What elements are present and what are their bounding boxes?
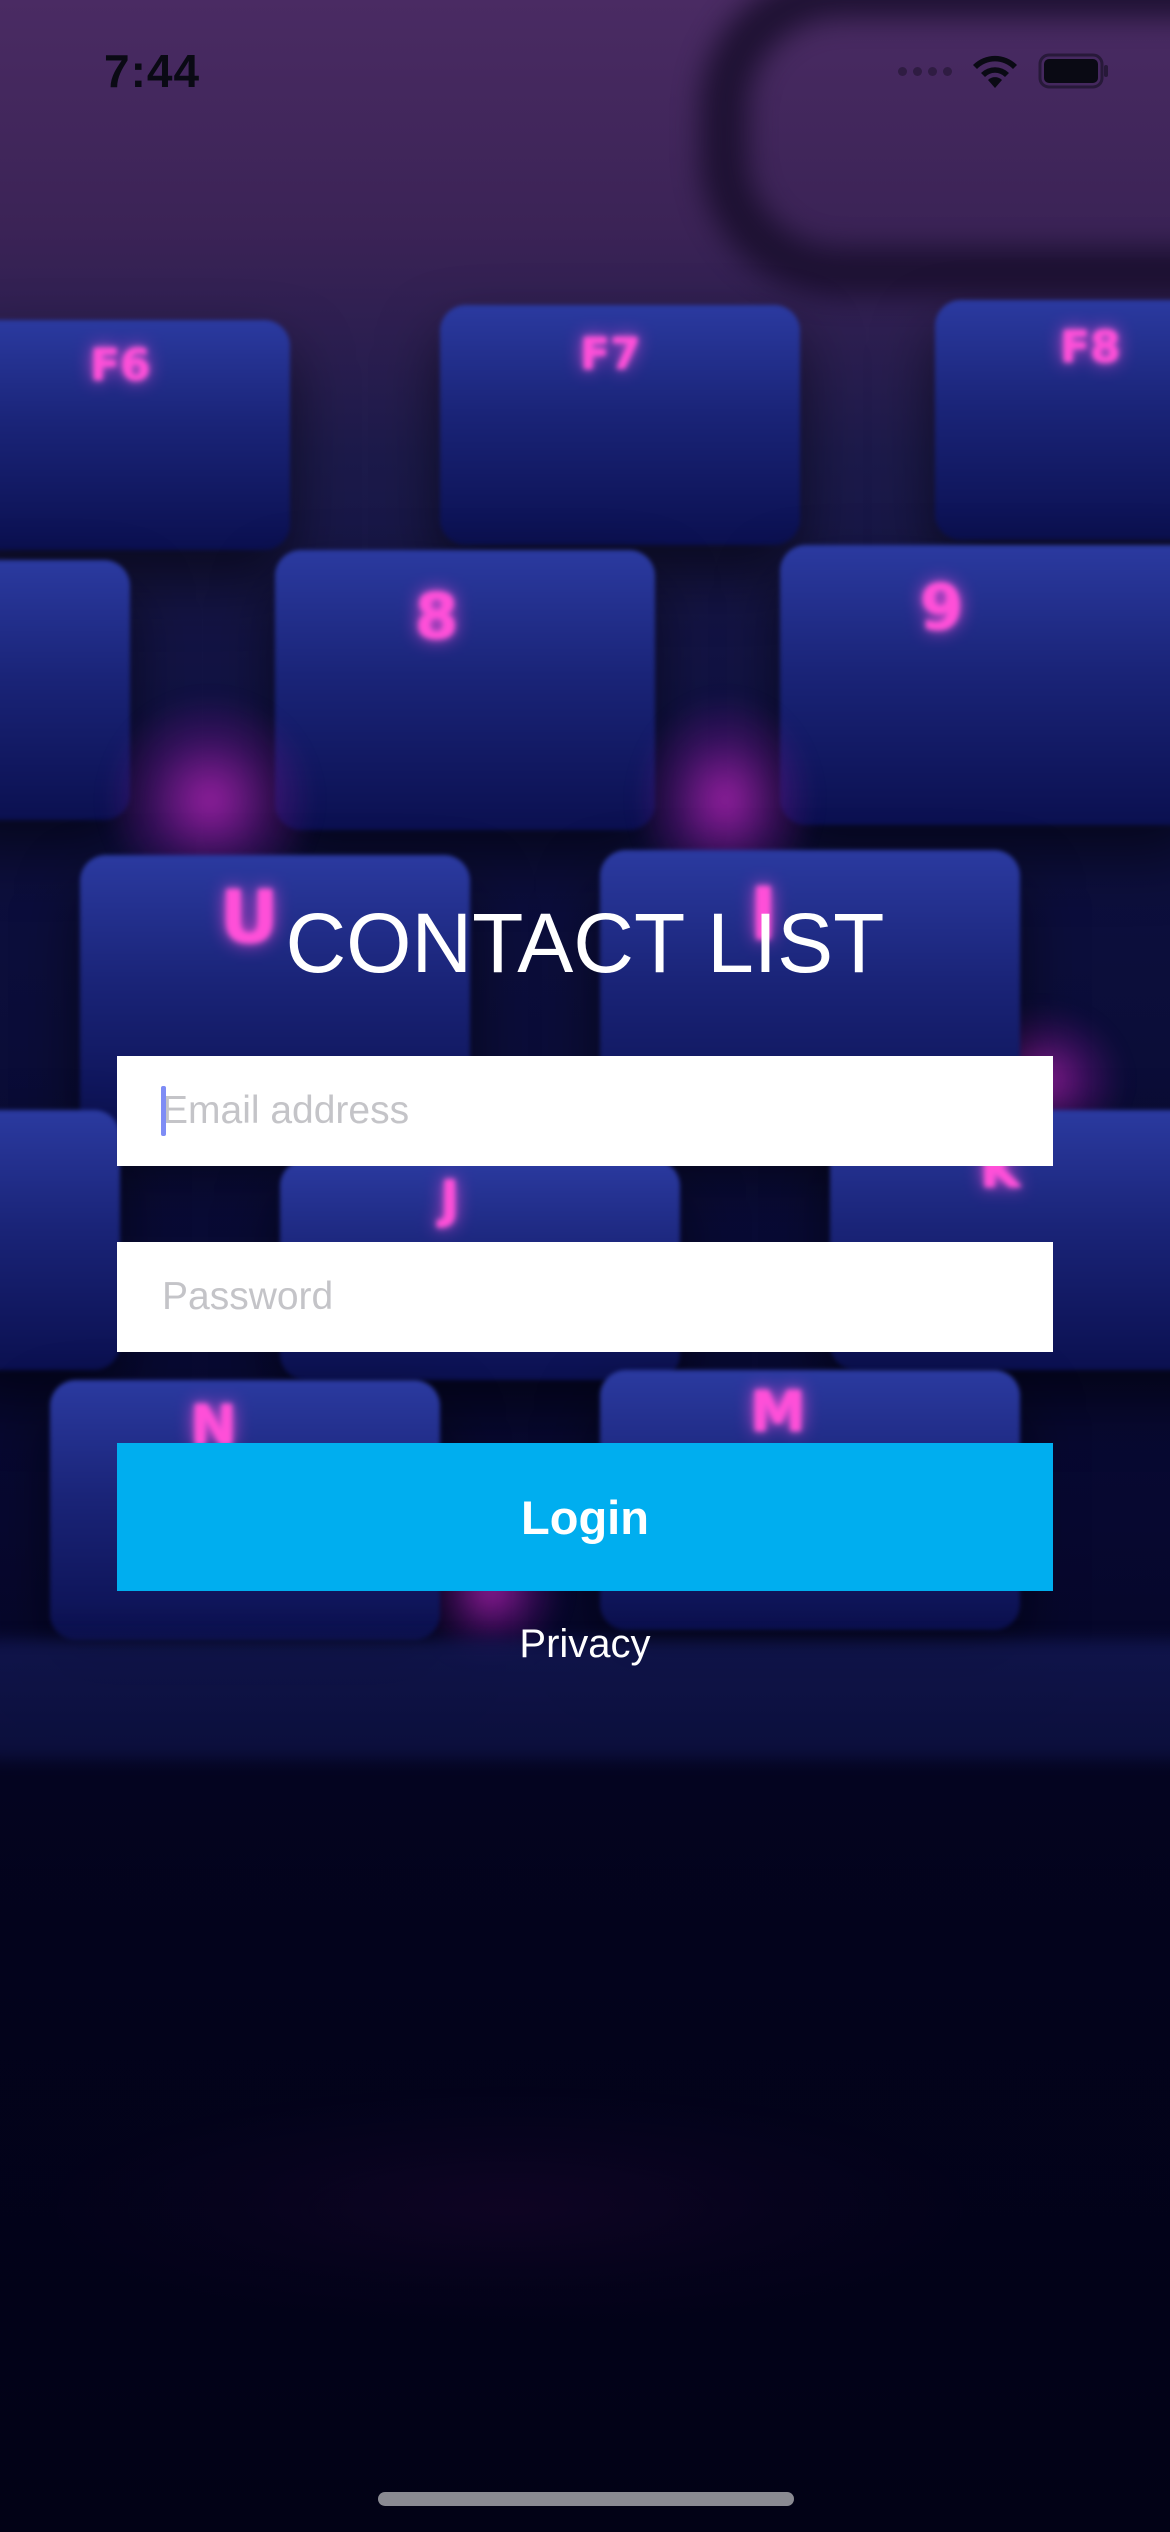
app-title: CONTACT LIST (285, 896, 885, 990)
email-input[interactable] (162, 1089, 1053, 1133)
status-time: 7:44 (104, 45, 201, 97)
key-legend: 9 (920, 571, 964, 644)
login-button[interactable]: Login (117, 1443, 1053, 1591)
background-key (0, 1110, 120, 1370)
background-key (0, 560, 130, 820)
status-icons (898, 52, 1110, 90)
wifi-icon (970, 52, 1020, 90)
key-legend: F6 (90, 340, 151, 391)
status-bar: 7:44 (0, 0, 1170, 140)
background-key: F6 (0, 320, 290, 550)
key-legend: 8 (415, 580, 459, 653)
background-key: F7 (440, 305, 800, 545)
text-cursor (161, 1086, 166, 1136)
background-shade (0, 1600, 1170, 2532)
home-indicator[interactable] (378, 2492, 794, 2506)
background-key: 8 (275, 550, 655, 830)
key-legend: J (440, 1170, 460, 1230)
background-key: 9 (780, 545, 1170, 825)
battery-icon (1038, 53, 1110, 89)
key-legend: F7 (580, 329, 641, 380)
signal-icon (898, 66, 952, 76)
password-input[interactable] (162, 1275, 1053, 1319)
privacy-link[interactable]: Privacy (0, 1622, 1170, 1667)
key-legend: F8 (1060, 322, 1121, 373)
password-field[interactable] (117, 1242, 1053, 1352)
background-key: F8 (935, 300, 1170, 540)
key-legend: M (750, 1380, 806, 1445)
email-field[interactable] (117, 1056, 1053, 1166)
